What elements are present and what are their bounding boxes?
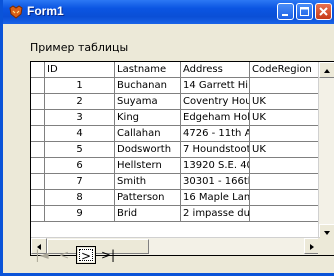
nav-last-button[interactable]: >| <box>98 246 118 264</box>
row-indicator[interactable] <box>31 206 45 221</box>
cell-address[interactable]: 16 Maple Lan <box>181 190 250 205</box>
cell-lastname[interactable]: Buchanan <box>115 78 181 93</box>
cell-lastname[interactable]: Dodsworth <box>115 142 181 157</box>
maximize-button[interactable] <box>296 3 313 20</box>
table-row[interactable]: 9 Brid 2 impasse du <box>31 206 319 222</box>
nav-next-button[interactable]: > <box>76 246 96 264</box>
row-indicator[interactable] <box>31 174 45 189</box>
cell-lastname[interactable]: Hellstern <box>115 158 181 173</box>
table-row[interactable]: 8 Patterson 16 Maple Lan <box>31 190 319 206</box>
cell-coderegion[interactable] <box>250 126 319 141</box>
scroll-up-button[interactable] <box>319 62 334 78</box>
form-client-area: Пример таблицы ID Lastname Address CodeR… <box>6 24 334 273</box>
row-indicator[interactable] <box>31 142 45 157</box>
data-grid[interactable]: ID Lastname Address CodeRegion 1 Buchana… <box>30 61 334 256</box>
cell-id[interactable]: 5 <box>45 142 115 157</box>
close-icon <box>319 7 328 16</box>
cell-address[interactable]: 2 impasse du <box>181 206 250 221</box>
title-bar[interactable]: Form1 <box>3 0 334 24</box>
table-row[interactable]: 3 King Edgeham Hollo UK <box>31 110 319 126</box>
cell-coderegion[interactable]: UK <box>250 142 319 157</box>
row-indicator[interactable] <box>31 126 45 141</box>
row-indicator[interactable] <box>31 94 45 109</box>
scrollbar-corner <box>318 238 334 255</box>
nav-first-button[interactable]: |◄ <box>32 246 52 264</box>
cell-lastname[interactable]: Callahan <box>115 126 181 141</box>
row-indicator[interactable] <box>31 190 45 205</box>
cell-id[interactable]: 2 <box>45 94 115 109</box>
vertical-scrollbar[interactable] <box>318 62 334 240</box>
cell-id[interactable]: 3 <box>45 110 115 125</box>
cell-lastname[interactable]: Suyama <box>115 94 181 109</box>
cell-address[interactable]: 14 Garrett Hil <box>181 78 250 93</box>
cell-lastname[interactable]: King <box>115 110 181 125</box>
cell-lastname[interactable]: Brid <box>115 206 181 221</box>
cell-id[interactable]: 8 <box>45 190 115 205</box>
cell-id[interactable]: 6 <box>45 158 115 173</box>
window-title: Form1 <box>27 4 64 18</box>
row-indicator[interactable] <box>31 78 45 93</box>
minimize-button[interactable] <box>277 3 294 20</box>
cell-address[interactable]: 13920 S.E. 40 <box>181 158 250 173</box>
cell-coderegion[interactable] <box>250 190 319 205</box>
cell-coderegion[interactable]: UK <box>250 110 319 125</box>
cell-address[interactable]: Edgeham Hollo <box>181 110 250 125</box>
cell-address[interactable]: Coventry Hou <box>181 94 250 109</box>
table-row[interactable]: 6 Hellstern 13920 S.E. 40 <box>31 158 319 174</box>
maximize-icon <box>300 7 309 16</box>
table-caption-label: Пример таблицы <box>30 41 129 54</box>
cell-id[interactable]: 7 <box>45 174 115 189</box>
cell-coderegion[interactable] <box>250 78 319 93</box>
table-row[interactable]: 1 Buchanan 14 Garrett Hil <box>31 78 319 94</box>
grid-header-row: ID Lastname Address CodeRegion <box>31 62 319 78</box>
nav-prior-button[interactable]: < <box>54 246 74 264</box>
cell-address[interactable]: 4726 - 11th A <box>181 126 250 141</box>
cell-id[interactable]: 9 <box>45 206 115 221</box>
app-icon <box>9 5 23 19</box>
table-row[interactable]: 5 Dodsworth 7 Houndstoot UK <box>31 142 319 158</box>
cell-id[interactable]: 4 <box>45 126 115 141</box>
cell-lastname[interactable]: Patterson <box>115 190 181 205</box>
column-header-lastname[interactable]: Lastname <box>115 62 181 77</box>
row-indicator[interactable] <box>31 110 45 125</box>
column-header-coderegion[interactable]: CodeRegion <box>250 62 319 77</box>
minimize-icon <box>282 14 288 16</box>
arrow-right-icon <box>310 244 314 250</box>
table-row[interactable]: 4 Callahan 4726 - 11th A <box>31 126 319 142</box>
arrow-up-icon <box>324 69 330 73</box>
table-row[interactable]: 2 Suyama Coventry Hou UK <box>31 94 319 110</box>
cell-id[interactable]: 1 <box>45 78 115 93</box>
table-row[interactable]: 7 Smith 30301 - 166th <box>31 174 319 190</box>
cell-coderegion[interactable] <box>250 174 319 189</box>
cell-address[interactable]: 30301 - 166th <box>181 174 250 189</box>
cell-coderegion[interactable] <box>250 158 319 173</box>
db-navigator: |◄ < > >| <box>30 244 146 268</box>
cell-coderegion[interactable]: UK <box>250 94 319 109</box>
column-header-id[interactable]: ID <box>45 62 115 77</box>
row-indicator[interactable] <box>31 158 45 173</box>
cell-coderegion[interactable] <box>250 206 319 221</box>
close-button[interactable] <box>315 3 332 20</box>
header-indicator-cell <box>31 62 45 77</box>
cell-lastname[interactable]: Smith <box>115 174 181 189</box>
main-window: Form1 Пример таблицы ID Lastname Address… <box>0 0 334 276</box>
column-header-address[interactable]: Address <box>181 62 250 77</box>
cell-address[interactable]: 7 Houndstoot <box>181 142 250 157</box>
